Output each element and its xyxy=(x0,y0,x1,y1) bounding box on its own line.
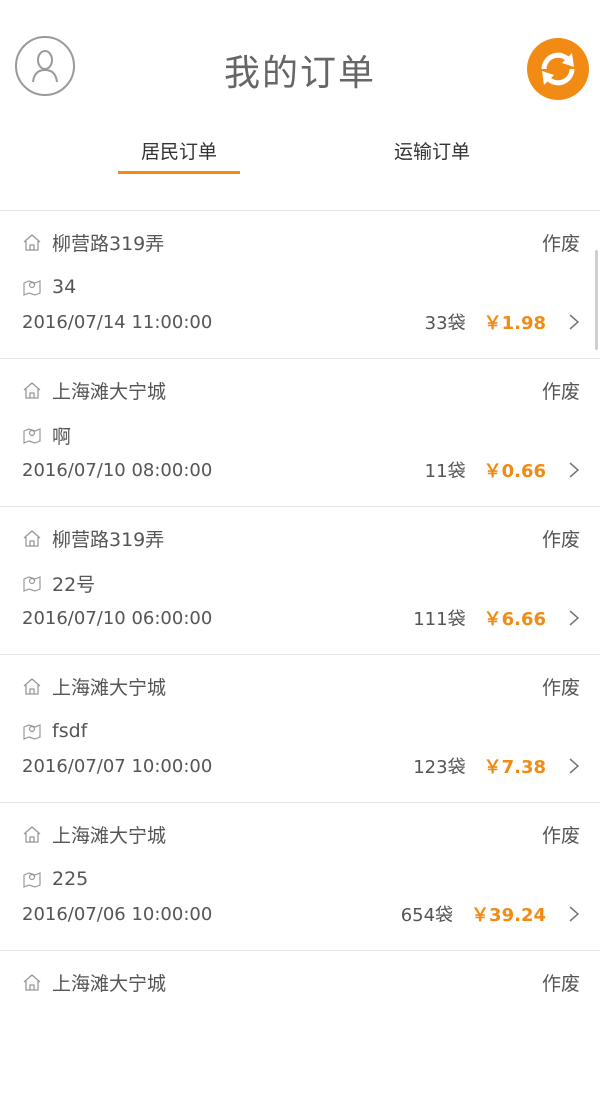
order-datetime: 2016/07/14 11:00:00 xyxy=(22,311,213,333)
void-button[interactable]: 作废 xyxy=(542,969,580,996)
scrollbar-thumb[interactable] xyxy=(595,250,598,350)
void-button[interactable]: 作废 xyxy=(542,821,580,848)
void-button[interactable]: 作废 xyxy=(542,229,580,256)
order-address: 上海滩大宁城 xyxy=(52,972,167,995)
location-map-icon xyxy=(23,576,41,592)
order-address: 上海滩大宁城 xyxy=(52,824,167,847)
order-price: ￥1.98 xyxy=(483,313,546,334)
order-bag-count: 654袋 xyxy=(400,905,454,926)
home-icon xyxy=(23,974,41,991)
order-item[interactable]: 柳营路319弄 作废 34 2016/07/14 11:00:00 33袋 ￥1… xyxy=(0,210,600,358)
chevron-right-icon xyxy=(569,610,580,626)
chevron-right-icon xyxy=(569,758,580,774)
location-map-icon xyxy=(23,280,41,296)
home-icon xyxy=(23,530,41,547)
home-icon xyxy=(23,826,41,843)
chevron-right-icon xyxy=(569,906,580,922)
order-address: 上海滩大宁城 xyxy=(52,676,167,699)
location-map-icon xyxy=(23,872,41,888)
void-button[interactable]: 作废 xyxy=(542,525,580,552)
order-bag-count: 33袋 xyxy=(424,313,466,334)
location-map-icon xyxy=(23,428,41,444)
refresh-button[interactable] xyxy=(527,38,589,100)
location-map-icon xyxy=(23,724,41,740)
chevron-right-icon xyxy=(569,314,580,330)
order-item[interactable]: 柳营路319弄 作废 22号 2016/07/10 06:00:00 111袋 … xyxy=(0,506,600,654)
order-price: ￥7.38 xyxy=(483,757,546,778)
home-icon xyxy=(23,234,41,251)
order-list: 柳营路319弄 作废 34 2016/07/14 11:00:00 33袋 ￥1… xyxy=(0,210,600,1098)
order-bag-count: 111袋 xyxy=(413,609,466,630)
order-room: 34 xyxy=(52,276,77,298)
order-room: 22号 xyxy=(52,573,96,596)
chevron-right-icon xyxy=(569,462,580,478)
refresh-icon xyxy=(541,52,575,86)
order-datetime: 2016/07/06 10:00:00 xyxy=(22,903,213,925)
home-icon xyxy=(23,382,41,399)
order-price: ￥0.66 xyxy=(483,461,546,482)
order-item[interactable]: 上海滩大宁城 作废 啊 2016/07/10 08:00:00 11袋 ￥0.6… xyxy=(0,358,600,506)
order-bag-count: 123袋 xyxy=(413,757,466,778)
void-button[interactable]: 作废 xyxy=(542,673,580,700)
order-address: 上海滩大宁城 xyxy=(52,380,167,403)
order-bag-count: 11袋 xyxy=(424,461,466,482)
order-item[interactable]: 上海滩大宁城 作废 xyxy=(0,950,600,1098)
order-address: 柳营路319弄 xyxy=(52,232,165,255)
home-icon xyxy=(23,678,41,695)
order-room: fsdf xyxy=(52,720,88,742)
header: 我的订单 xyxy=(0,0,600,130)
tab-resident-orders[interactable]: 居民订单 xyxy=(118,135,240,174)
void-button[interactable]: 作废 xyxy=(542,377,580,404)
order-datetime: 2016/07/07 10:00:00 xyxy=(22,755,213,777)
order-type-tabs: 居民订单 运输订单 xyxy=(0,135,600,175)
page-title: 我的订单 xyxy=(223,53,376,94)
order-price: ￥6.66 xyxy=(483,609,546,630)
order-datetime: 2016/07/10 08:00:00 xyxy=(22,459,213,481)
order-price: ￥39.24 xyxy=(471,905,546,926)
order-item[interactable]: 上海滩大宁城 作废 225 2016/07/06 10:00:00 654袋 ￥… xyxy=(0,802,600,950)
order-room: 啊 xyxy=(52,425,72,448)
order-address: 柳营路319弄 xyxy=(52,528,165,551)
order-room: 225 xyxy=(52,868,89,890)
order-datetime: 2016/07/10 06:00:00 xyxy=(22,607,213,629)
order-item[interactable]: 上海滩大宁城 作废 fsdf 2016/07/07 10:00:00 123袋 … xyxy=(0,654,600,802)
tab-transport-orders[interactable]: 运输订单 xyxy=(371,135,493,171)
